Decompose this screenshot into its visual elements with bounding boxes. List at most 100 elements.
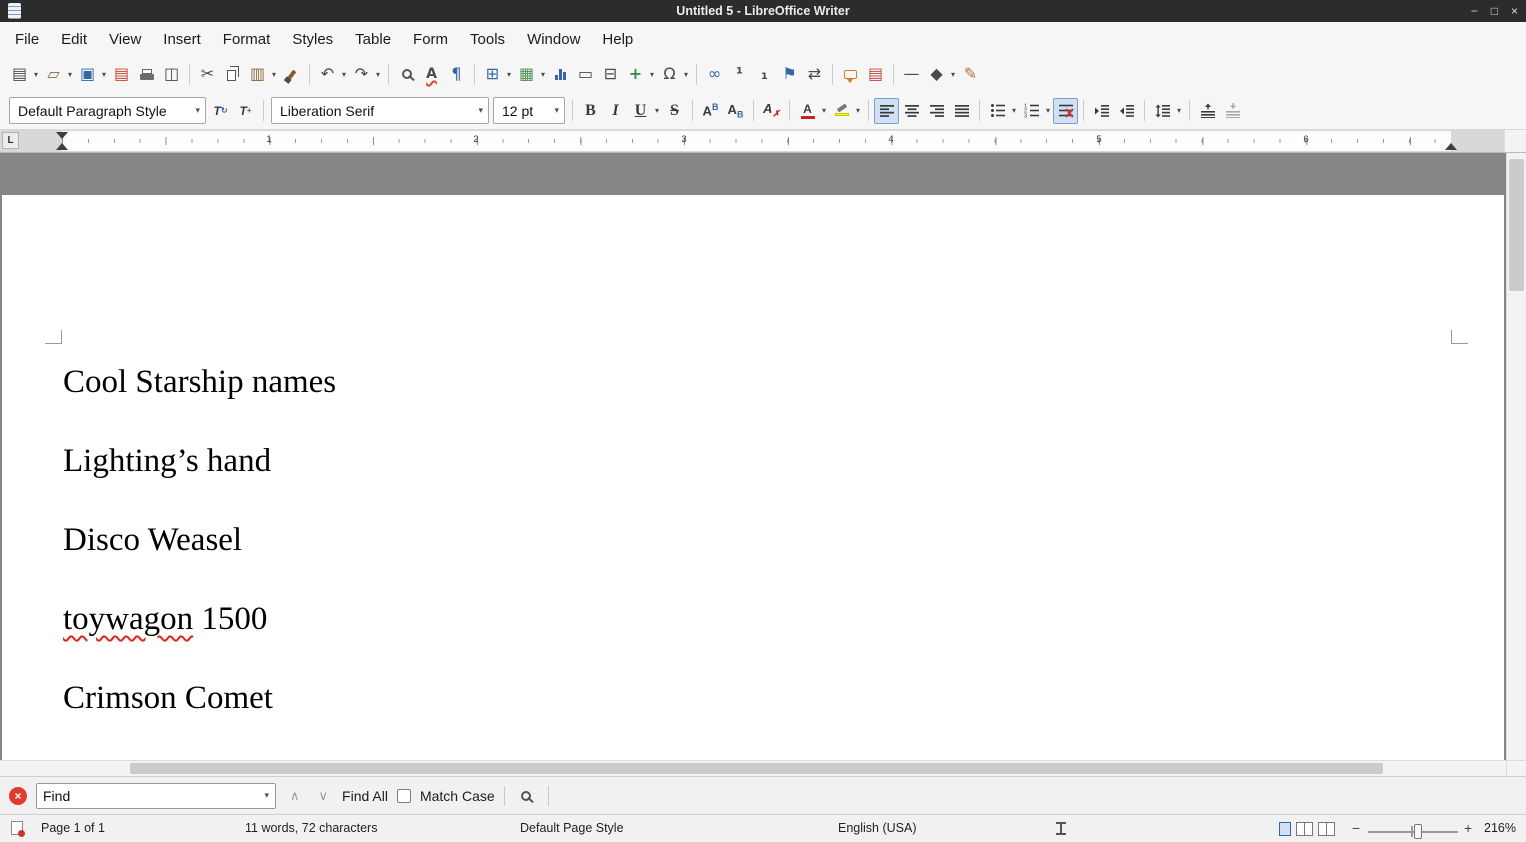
- book-view-button[interactable]: [1318, 822, 1335, 836]
- new-style-button[interactable]: T+: [233, 98, 258, 124]
- highlight-color-button[interactable]: [829, 98, 854, 124]
- find-next-button[interactable]: ∨: [314, 786, 334, 806]
- underline-button[interactable]: U: [628, 98, 653, 124]
- insert-image-dropdown[interactable]: ▾: [538, 70, 548, 79]
- open-dropdown[interactable]: ▾: [65, 70, 75, 79]
- print-button[interactable]: [134, 61, 159, 87]
- new-document-dropdown[interactable]: ▾: [31, 70, 41, 79]
- horizontal-scrollbar[interactable]: [0, 760, 1506, 776]
- zoom-out-button[interactable]: −: [1352, 820, 1360, 836]
- superscript-button[interactable]: AB: [698, 98, 723, 124]
- minimize-button[interactable]: −: [1471, 5, 1478, 17]
- clear-formatting-button[interactable]: A✗: [759, 98, 784, 124]
- single-page-view-button[interactable]: [1279, 822, 1291, 836]
- undo-button[interactable]: ↶: [315, 61, 340, 87]
- basic-shapes-button[interactable]: ◆: [924, 61, 949, 87]
- save-button[interactable]: ▣: [75, 61, 100, 87]
- close-button[interactable]: ×: [1511, 5, 1518, 17]
- redo-dropdown[interactable]: ▾: [373, 70, 383, 79]
- zoom-slider-track[interactable]: [1368, 831, 1458, 833]
- ordered-list-dropdown[interactable]: ▾: [1043, 106, 1053, 115]
- insert-field-button[interactable]: +: [623, 61, 648, 87]
- insert-special-character-button[interactable]: Ω: [657, 61, 682, 87]
- menu-styles[interactable]: Styles: [281, 27, 344, 52]
- unordered-list-dropdown[interactable]: ▾: [1009, 106, 1019, 115]
- paragraph[interactable]: Disco Weasel: [63, 517, 1393, 564]
- unordered-list-button[interactable]: [985, 98, 1010, 124]
- line-spacing-button[interactable]: [1150, 98, 1175, 124]
- insert-endnote-button[interactable]: ₁: [752, 61, 777, 87]
- paragraph[interactable]: Cool Starship names: [63, 359, 1393, 406]
- cut-button[interactable]: ✂: [195, 61, 220, 87]
- insert-table-dropdown[interactable]: ▾: [504, 70, 514, 79]
- no-list-button[interactable]: [1053, 98, 1078, 124]
- font-size-combo[interactable]: 12 pt ▾: [493, 97, 565, 124]
- bold-button[interactable]: B: [578, 98, 603, 124]
- vertical-scrollbar[interactable]: [1506, 153, 1526, 760]
- right-indent-marker[interactable]: [1445, 143, 1457, 150]
- open-button[interactable]: ▱: [41, 61, 66, 87]
- spelling-button[interactable]: A: [419, 61, 444, 87]
- word-count-status[interactable]: 11 words, 72 characters: [245, 821, 377, 835]
- clone-formatting-button[interactable]: [279, 61, 304, 87]
- underline-dropdown[interactable]: ▾: [652, 106, 662, 115]
- show-draw-functions-button[interactable]: ✎: [958, 61, 983, 87]
- paragraph[interactable]: toywagon 1500: [63, 596, 1393, 643]
- print-preview-button[interactable]: ◫: [159, 61, 184, 87]
- paragraph-text[interactable]: 1500: [193, 601, 267, 637]
- increase-paragraph-spacing-button[interactable]: [1195, 98, 1220, 124]
- redo-button[interactable]: ↷: [349, 61, 374, 87]
- decrease-indent-button[interactable]: [1114, 98, 1139, 124]
- menu-table[interactable]: Table: [344, 27, 402, 52]
- align-left-button[interactable]: [874, 98, 899, 124]
- unsaved-changes-icon[interactable]: [11, 821, 23, 835]
- find-input[interactable]: [37, 788, 258, 804]
- insert-field-dropdown[interactable]: ▾: [647, 70, 657, 79]
- tab-stop-type-selector[interactable]: L: [2, 132, 19, 149]
- menu-file[interactable]: File: [4, 27, 50, 52]
- find-and-replace-button[interactable]: [394, 61, 419, 87]
- paragraph[interactable]: Crimson Comet: [63, 675, 1393, 722]
- chevron-down-icon[interactable]: ▾: [258, 790, 275, 801]
- restore-button[interactable]: □: [1491, 5, 1498, 17]
- font-name-combo[interactable]: Liberation Serif ▾: [271, 97, 489, 124]
- menu-edit[interactable]: Edit: [50, 27, 98, 52]
- italic-button[interactable]: I: [603, 98, 628, 124]
- menu-insert[interactable]: Insert: [152, 27, 212, 52]
- multi-page-view-button[interactable]: [1296, 822, 1313, 836]
- menu-view[interactable]: View: [98, 27, 152, 52]
- paste-dropdown[interactable]: ▾: [269, 70, 279, 79]
- insert-text-box-button[interactable]: ▭: [573, 61, 598, 87]
- subscript-button[interactable]: AB: [723, 98, 748, 124]
- insert-chart-button[interactable]: [548, 61, 573, 87]
- find-combo[interactable]: ▾: [36, 783, 276, 809]
- left-indent-marker[interactable]: [56, 143, 68, 150]
- line-spacing-dropdown[interactable]: ▾: [1174, 106, 1184, 115]
- strikethrough-button[interactable]: S: [662, 98, 687, 124]
- insert-mode-icon[interactable]: [1056, 822, 1066, 835]
- zoom-in-button[interactable]: +: [1464, 820, 1472, 836]
- zoom-level[interactable]: 216%: [1484, 821, 1516, 835]
- page-number-status[interactable]: Page 1 of 1: [41, 821, 105, 835]
- ordered-list-button[interactable]: 123: [1019, 98, 1044, 124]
- document-area[interactable]: Cool Starship names Lighting’s hand Disc…: [0, 153, 1526, 760]
- font-color-button[interactable]: A: [795, 98, 820, 124]
- align-center-button[interactable]: [899, 98, 924, 124]
- track-changes-button[interactable]: ▤: [863, 61, 888, 87]
- menu-form[interactable]: Form: [402, 27, 459, 52]
- find-all-button[interactable]: Find All: [342, 788, 388, 804]
- increase-indent-button[interactable]: [1089, 98, 1114, 124]
- menu-window[interactable]: Window: [516, 27, 591, 52]
- insert-footnote-button[interactable]: ¹: [727, 61, 752, 87]
- new-document-button[interactable]: ▤: [7, 61, 32, 87]
- copy-button[interactable]: [220, 61, 245, 87]
- paragraph[interactable]: Lighting’s hand: [63, 438, 1393, 485]
- vertical-scrollbar-thumb[interactable]: [1509, 159, 1524, 291]
- insert-table-button[interactable]: ⊞: [480, 61, 505, 87]
- language-status[interactable]: English (USA): [838, 821, 917, 835]
- horizontal-ruler[interactable]: L 1 2 3 4 5 6: [0, 130, 1504, 153]
- insert-line-button[interactable]: —: [899, 61, 924, 87]
- find-and-replace-launcher[interactable]: [514, 783, 539, 809]
- update-style-button[interactable]: T↻: [208, 98, 233, 124]
- formatting-marks-button[interactable]: ¶: [444, 61, 469, 87]
